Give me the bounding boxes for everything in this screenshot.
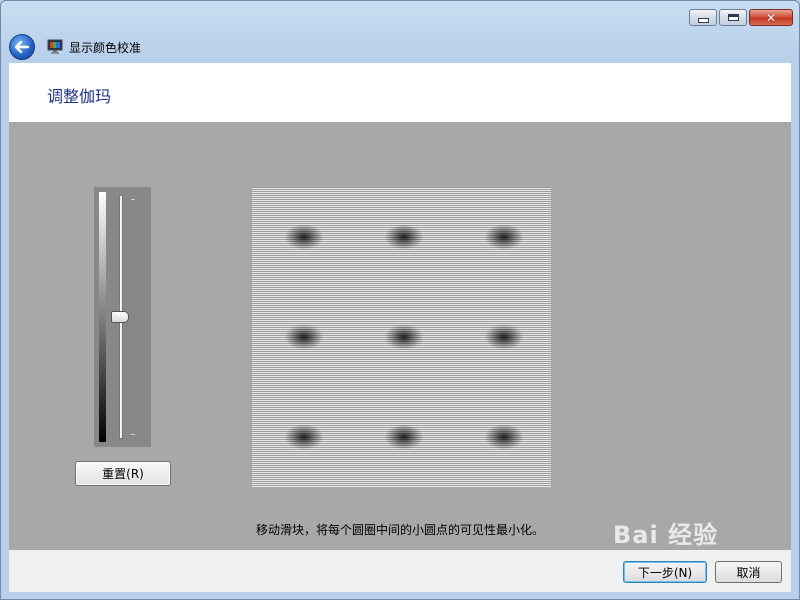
window-title: 显示颜色校准 [69, 40, 142, 55]
back-arrow-icon [15, 41, 29, 53]
calibration-window: ✕ 显示颜色校准 调整伽玛 重置(R) 移动滑块，将每个圆圈中间的小圆点的可见性… [0, 0, 800, 600]
slider-tick-top [131, 199, 135, 200]
next-button[interactable]: 下一步(N) [623, 561, 707, 583]
gamma-circle-dot [484, 424, 524, 450]
close-button[interactable]: ✕ [749, 9, 793, 26]
maximize-button[interactable] [719, 9, 747, 26]
gamma-gradient-bar [99, 192, 106, 442]
header-area: 调整伽玛 [9, 63, 791, 122]
back-button[interactable] [9, 34, 35, 60]
baidu-watermark: Bai 经验 [613, 521, 719, 549]
maximize-icon [727, 14, 739, 21]
gamma-test-pattern [252, 187, 551, 487]
gamma-slider-thumb[interactable] [111, 311, 129, 323]
footer-bar: 下一步(N) 取消 [9, 550, 791, 592]
gamma-circle-dot [484, 324, 524, 350]
minimize-button[interactable] [689, 9, 717, 26]
gamma-circle-dot [284, 424, 324, 450]
caption-buttons: ✕ [689, 9, 793, 26]
close-icon: ✕ [765, 10, 777, 25]
calibration-area: 重置(R) 移动滑块，将每个圆圈中间的小圆点的可见性最小化。 [9, 122, 791, 550]
slider-tick-bottom [131, 434, 135, 435]
gamma-circle-dot [284, 224, 324, 250]
minimize-icon [697, 18, 709, 23]
display-calibration-icon [47, 39, 63, 55]
gamma-circle-dot [284, 324, 324, 350]
reset-button[interactable]: 重置(R) [75, 461, 171, 486]
gamma-circle-dot [384, 224, 424, 250]
gamma-circle-dot [384, 424, 424, 450]
page-title: 调整伽玛 [47, 87, 112, 106]
gamma-slider-panel [94, 187, 151, 447]
gamma-circle-dot [384, 324, 424, 350]
gamma-circle-dot [484, 224, 524, 250]
cancel-button[interactable]: 取消 [715, 561, 782, 583]
navigation-bar: 显示颜色校准 [9, 33, 141, 61]
